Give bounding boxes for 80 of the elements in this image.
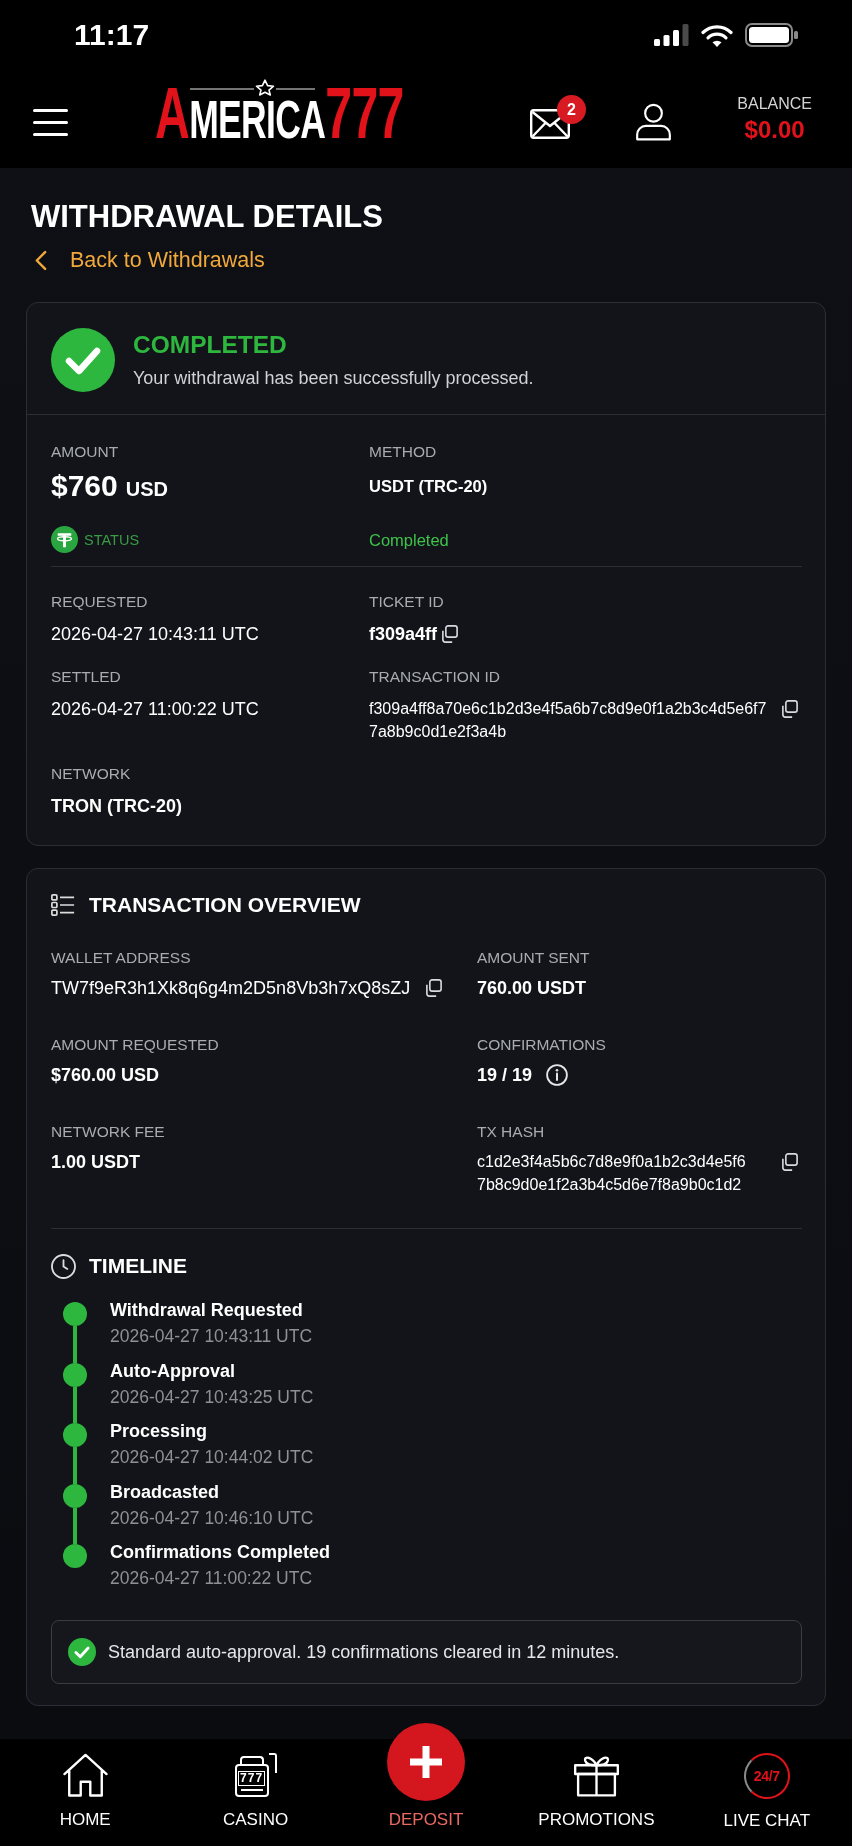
event-time: 2026-04-27 10:43:11 UTC — [110, 1325, 313, 1348]
field-label: AMOUNT — [51, 443, 119, 461]
menu-icon[interactable] — [33, 108, 68, 136]
deposit-button[interactable]: DEPOSIT — [387, 1723, 465, 1831]
field-label: NETWORK — [51, 765, 131, 783]
status-value: Completed — [369, 529, 449, 551]
field-label: CONFIRMATIONS — [477, 1036, 606, 1054]
field-label: TX HASH — [477, 1123, 545, 1141]
copy-icon[interactable] — [440, 625, 459, 643]
chevron-left-icon — [34, 249, 47, 271]
ring-icon: 24/7 — [743, 1753, 790, 1799]
timeline-connector — [73, 1507, 77, 1545]
field-value: 760.00 USDT — [477, 977, 587, 1000]
field-label: SETTLED — [51, 668, 121, 686]
field-value: TW7f9eR3h1Xk8q6g4m2D5n8Vb3h7xQ8sZJ — [51, 977, 411, 1000]
field-value: 2026-04-27 10:43:11 UTC — [51, 623, 259, 646]
field-value: 2026-04-27 11:00:22 UTC — [51, 698, 259, 721]
back-link[interactable]: Back to Withdrawals — [34, 247, 265, 273]
field-value: f309a4ff — [369, 623, 438, 646]
field-value: $760.00 USD — [51, 1064, 160, 1087]
field-label: TRANSACTION ID — [369, 668, 500, 686]
amount-value: $760 — [51, 470, 118, 502]
event-title: Auto-Approval — [110, 1359, 235, 1383]
field-label: NETWORK FEE — [51, 1123, 165, 1141]
event-title: Confirmations Completed — [110, 1541, 330, 1565]
promotions-tab[interactable]: PROMOTIONS — [538, 1753, 655, 1831]
success-check-icon — [51, 328, 115, 392]
event-title: Broadcasted — [110, 1480, 220, 1504]
status-time: 11:17 — [74, 18, 150, 52]
battery-icon — [745, 23, 798, 47]
balance-label: BALANCE — [737, 94, 812, 114]
field-value: TRON (TRC-20) — [51, 795, 182, 818]
section-title: TIMELINE — [89, 1253, 187, 1279]
currency-label: USD — [125, 477, 168, 501]
status-title: COMPLETED — [133, 330, 287, 360]
field-value: c1d2e3f4a5b6c7d8e9f0a1b2c3d4e5f6 7b8c9d0e1f2a3b4c5d6e7f8a9b0c1d2 — [477, 1152, 746, 1195]
field-label: AMOUNT SENT — [477, 949, 590, 967]
field-value: 19 / 19 — [477, 1064, 533, 1087]
notification-count: 2 — [557, 95, 586, 124]
event-title: Processing — [110, 1420, 208, 1444]
logo[interactable]: AMERICA777 — [155, 86, 404, 140]
profile-icon[interactable] — [636, 103, 671, 141]
signal-icon — [654, 24, 689, 46]
field-label: REQUESTED — [51, 593, 148, 611]
check-icon — [68, 1637, 96, 1666]
balance-amount: $0.00 — [744, 116, 805, 144]
field-label: AMOUNT REQUESTED — [51, 1036, 219, 1054]
info-icon[interactable] — [546, 1064, 569, 1086]
wifi-icon — [701, 23, 733, 47]
field-value: f309a4ff8a70e6c1b2d3e4f5a6b7c8d9e0f1a2b3c4d5e6f7 7a8b9c0d1e2f3a4b — [369, 699, 767, 742]
home-icon — [61, 1753, 109, 1797]
field-value: USDT (TRC-20) — [369, 476, 488, 497]
home-tab[interactable]: HOME — [59, 1753, 111, 1831]
note-text: Standard auto-approval. 19 confirmations cleared in 12 minutes. — [108, 1640, 620, 1664]
status-message: Your withdrawal has been successfully processed. — [133, 367, 534, 390]
field-label: TICKET ID — [369, 593, 444, 611]
event-time: 2026-04-27 10:46:10 UTC — [110, 1506, 314, 1530]
field-value: 1.00 USDT — [51, 1151, 141, 1174]
field-label: WALLET ADDRESS — [51, 949, 191, 967]
event-time: 2026-04-27 10:44:02 UTC — [110, 1446, 314, 1470]
timeline-connector — [73, 1326, 77, 1363]
clock-icon — [51, 1253, 76, 1279]
event-time: 2026-04-27 10:43:25 UTC — [110, 1385, 314, 1409]
coin-icon — [51, 526, 78, 553]
field-label: STATUS — [84, 530, 140, 549]
list-icon — [51, 894, 75, 916]
timeline-connector — [73, 1447, 77, 1484]
page-title: WITHDRAWAL DETAILS — [31, 199, 383, 235]
gift-icon — [573, 1753, 619, 1797]
star-ornament-icon — [190, 79, 315, 96]
timeline-connector — [73, 1386, 77, 1424]
event-time: 2026-04-27 11:00:22 UTC — [110, 1567, 313, 1591]
section-title: TRANSACTION OVERVIEW — [89, 892, 361, 918]
copy-icon[interactable] — [424, 979, 443, 997]
live-chat-tab[interactable]: 24/7 LIVE CHAT — [723, 1753, 811, 1832]
field-label: METHOD — [369, 443, 437, 461]
casino-tab[interactable]: 777 CASINO — [223, 1753, 289, 1831]
copy-icon[interactable] — [780, 700, 798, 718]
event-title: Withdrawal Requested — [110, 1299, 303, 1322]
copy-icon[interactable] — [780, 1153, 798, 1171]
